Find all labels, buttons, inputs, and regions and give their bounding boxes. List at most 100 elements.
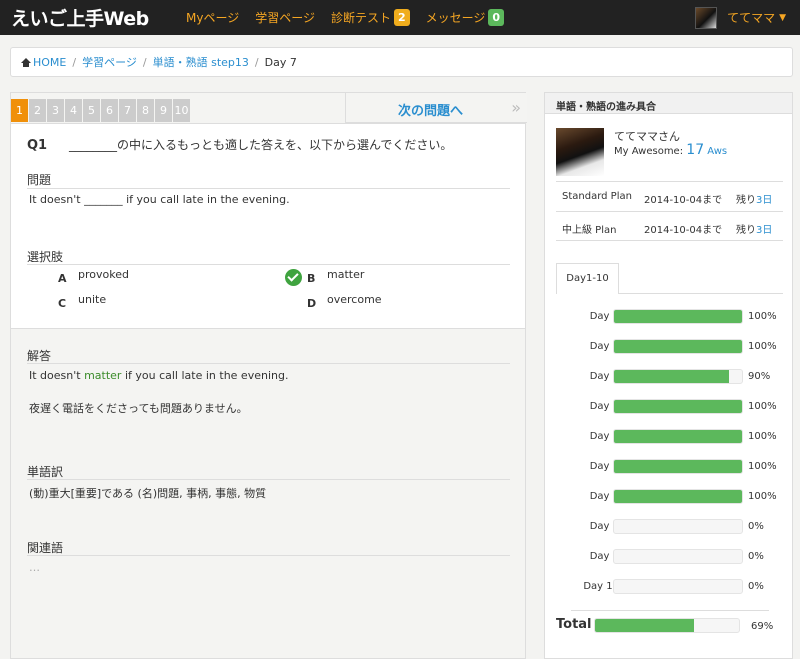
- day-progress-bar: [613, 519, 743, 534]
- day-progress-bar: [613, 339, 743, 354]
- question-sentence: It doesn't _______ if you call late in t…: [29, 193, 290, 206]
- progress-panel: 単語・熟語の進み具合 ててママさん My Awesome: 17 Aws Sta…: [544, 92, 793, 659]
- question-panel: 1 2 3 4 5 6 7 8 9 10 次の問題へ » Q1 ________…: [10, 92, 527, 659]
- tab-question-9[interactable]: 9: [155, 99, 172, 122]
- tab-question-7[interactable]: 7: [119, 99, 136, 122]
- tab-question-5[interactable]: 5: [83, 99, 100, 122]
- divider: [571, 610, 769, 611]
- nav-label: 診断テスト: [330, 11, 391, 25]
- vocab-label: 単語訳: [27, 465, 64, 479]
- caret-down-icon: ▼: [779, 12, 786, 23]
- day-progress-bar: [613, 399, 743, 414]
- day-percent: 0%: [748, 581, 764, 592]
- day-percent: 0%: [748, 551, 764, 562]
- choice-d[interactable]: overcome: [327, 293, 382, 306]
- problem-label: 問題: [27, 173, 52, 187]
- day-progress-row: Day 9 0%: [556, 549, 783, 565]
- user-name: ててママ: [727, 11, 776, 25]
- day-progress-row: Day 2 100%: [556, 339, 783, 355]
- day-progress-bar: [613, 579, 743, 594]
- choice-letter-b: B: [307, 272, 316, 285]
- my-awesome-label: My Awesome:: [614, 146, 684, 157]
- tab-question-1[interactable]: 1: [11, 99, 28, 122]
- tab-question-4[interactable]: 4: [65, 99, 82, 122]
- day-progress-row: Day 1 100%: [556, 309, 783, 325]
- plan-row-advanced: 中上級 Plan 2014-10-04まで 残り3日: [556, 211, 783, 241]
- plan-date: 2014-10-04まで: [644, 195, 723, 206]
- tab-question-2[interactable]: 2: [29, 99, 46, 122]
- nav-item-messages[interactable]: メッセージ 0: [425, 9, 505, 26]
- day-percent: 100%: [748, 401, 777, 412]
- my-awesome-unit: Aws: [707, 146, 728, 157]
- day-percent: 100%: [748, 341, 777, 352]
- plan-date: 2014-10-04まで: [644, 225, 723, 236]
- choice-letter-a: A: [58, 272, 67, 285]
- question-instruction: ________の中に入るもっとも適した答えを、以下から選んでください。: [69, 138, 453, 152]
- nav-label: Myページ: [186, 11, 240, 25]
- breadcrumb-home[interactable]: HOME: [33, 56, 66, 69]
- choice-b[interactable]: matter: [327, 268, 364, 281]
- answer-highlight-word: matter: [84, 369, 122, 382]
- tab-question-10[interactable]: 10: [173, 99, 190, 122]
- plan-remaining-prefix: 残り: [736, 225, 756, 236]
- answer-sentence: It doesn't matter if you call late in th…: [29, 369, 288, 382]
- my-awesome: My Awesome: 17 Aws: [614, 142, 727, 158]
- divider: [27, 555, 510, 556]
- answer-label: 解答: [27, 349, 52, 363]
- divider: [27, 363, 510, 364]
- day-progress-bar: [613, 549, 743, 564]
- breadcrumb-step[interactable]: 単語・熟語 step13: [153, 54, 249, 70]
- breadcrumb: HOME / 学習ページ / 単語・熟語 step13 / Day 7: [10, 47, 793, 77]
- day-progress-row: Day 10 0%: [556, 579, 783, 595]
- day-progress-fill: [614, 460, 742, 473]
- total-progress-bar: [594, 618, 740, 633]
- day-progress-bar: [613, 459, 743, 474]
- total-percent: 69%: [751, 621, 774, 632]
- day-progress-bar: [613, 309, 743, 324]
- question-number: Q1: [27, 138, 48, 153]
- nav-item-mypage[interactable]: Myページ: [186, 9, 239, 26]
- nav-item-diagnostic-test[interactable]: 診断テスト 2: [331, 9, 410, 26]
- breadcrumb-study[interactable]: 学習ページ: [82, 54, 137, 70]
- choice-c[interactable]: unite: [78, 293, 106, 306]
- tab-question-6[interactable]: 6: [101, 99, 118, 122]
- my-awesome-count: 17: [686, 142, 705, 158]
- breadcrumb-current: Day 7: [264, 55, 297, 69]
- nav-label: メッセージ: [425, 11, 486, 25]
- next-question-button[interactable]: 次の問題へ »: [345, 93, 527, 123]
- day-percent: 100%: [748, 461, 777, 472]
- home-icon: [21, 57, 31, 67]
- divider: [27, 264, 510, 265]
- profile-avatar: [556, 128, 604, 176]
- day-progress-fill: [614, 340, 742, 353]
- day-progress-fill: [614, 310, 742, 323]
- day-progress-row: Day 4 100%: [556, 399, 783, 415]
- avatar: [695, 6, 718, 29]
- day-progress-bar: [613, 489, 743, 504]
- day-progress-row: Day 5 100%: [556, 429, 783, 445]
- nav-item-study[interactable]: 学習ページ: [255, 9, 315, 26]
- answer-sentence-pre: It doesn't: [29, 369, 85, 382]
- plan-remaining-days: 3日: [756, 225, 773, 236]
- day-progress-fill: [614, 430, 742, 443]
- choice-letter-d: D: [307, 297, 317, 310]
- choices-label: 選択肢: [27, 250, 64, 264]
- related-words-label: 関連語: [27, 541, 64, 555]
- total-label: Total: [556, 617, 592, 632]
- day-progress-fill: [614, 490, 742, 503]
- choice-letter-c: C: [58, 297, 67, 310]
- vocab-translation: (動)重大[重要]である (名)問題, 事柄, 事態, 物質: [29, 487, 267, 500]
- day-progress-row: Day 8 0%: [556, 519, 783, 535]
- day-progress-fill: [614, 400, 742, 413]
- user-menu[interactable]: ててママ ▼: [695, 0, 786, 35]
- answer-translation: 夜遅く電話をくださっても問題ありません。: [29, 402, 248, 415]
- plan-name: Standard Plan: [562, 191, 632, 202]
- day-progress-row: Day 7 100%: [556, 489, 783, 505]
- site-logo[interactable]: えいご上手Web: [11, 4, 149, 31]
- tab-question-8[interactable]: 8: [137, 99, 154, 122]
- nav-label: 学習ページ: [255, 11, 315, 25]
- choice-a[interactable]: provoked: [78, 268, 129, 281]
- tab-question-3[interactable]: 3: [47, 99, 64, 122]
- next-question-label: 次の問題へ: [398, 104, 464, 119]
- tab-day-1-10[interactable]: Day1-10: [556, 263, 619, 294]
